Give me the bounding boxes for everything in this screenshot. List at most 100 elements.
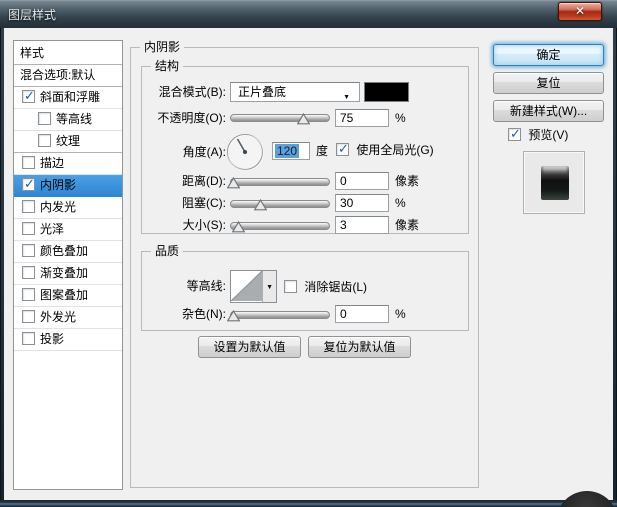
size-input[interactable]: 3 [335,216,389,234]
structure-group-title: 结构 [151,59,183,74]
style-enabled-checkbox[interactable] [22,244,35,257]
close-button[interactable]: ✕ [558,2,602,21]
structure-group: 结构 混合模式(B): 正片叠底 ▼ 不透明度(O): 75 % 角度(A): [141,66,469,234]
distance-input[interactable]: 0 [335,172,389,190]
contour-picker[interactable]: ▼ [230,270,277,303]
style-list-item-label: 渐变叠加 [40,266,88,280]
ok-button[interactable]: 确定 [493,44,604,66]
style-preview-thumbnail [523,151,585,214]
style-enabled-checkbox[interactable] [22,222,35,235]
preview-shape [541,166,569,200]
style-enabled-checkbox[interactable] [22,266,35,279]
choke-slider-thumb[interactable] [254,199,267,211]
layer-style-dialog: 图层样式 ✕ 样式 混合选项:默认 ✓斜面和浮雕 等高线 纹理 描边 ✓内阴影 … [0,0,617,507]
new-style-button[interactable]: 新建样式(W)... [493,100,604,122]
choke-label: 阻塞(C): [142,194,226,212]
style-list-item-label: 描边 [40,156,64,170]
style-list-item-label: 样式 [20,46,44,60]
style-enabled-checkbox[interactable]: ✓ [22,178,35,191]
style-enabled-checkbox[interactable] [22,200,35,213]
style-enabled-checkbox[interactable] [38,134,51,147]
style-list-item-label: 纹理 [56,134,80,148]
size-slider[interactable] [230,219,330,233]
style-list-item-label: 内发光 [40,200,76,214]
angle-input[interactable]: 120 [272,142,310,160]
style-list-item[interactable]: 投影 [14,329,122,351]
opacity-slider[interactable] [230,111,330,125]
angle-unit: 度 [316,142,328,160]
blend-mode-select[interactable]: 正片叠底 ▼ [230,82,360,102]
style-list-item[interactable]: 内发光 [14,197,122,219]
style-list-item-label: 投影 [40,332,64,346]
noise-unit: % [395,305,406,323]
style-list-item[interactable]: ✓ 斜面和浮雕 [14,87,122,109]
noise-slider[interactable] [230,308,330,322]
size-slider-track[interactable] [230,222,330,230]
choke-input[interactable]: 30 [335,194,389,212]
noise-slider-track[interactable] [230,311,330,319]
choke-unit: % [395,194,406,212]
distance-slider[interactable] [230,175,330,189]
opacity-input[interactable]: 75 [335,109,389,127]
anti-alias-label: 消除锯齿(L) [304,280,367,294]
style-list-item[interactable]: 描边 [14,153,122,175]
inner-shadow-panel: 内阴影 结构 混合模式(B): 正片叠底 ▼ 不透明度(O): 75 % [130,47,479,488]
shadow-color-swatch[interactable] [364,82,409,102]
style-list-item[interactable]: 渐变叠加 [14,263,122,285]
panel-title: 内阴影 [140,40,184,55]
style-enabled-checkbox[interactable] [22,310,35,323]
quality-group: 品质 等高线: ▼ 消除锯齿(L) 杂色(N): 0 [141,251,469,331]
style-list-item[interactable]: 光泽 [14,219,122,241]
style-enabled-checkbox[interactable] [22,288,35,301]
contour-thumbnail[interactable] [231,271,263,302]
size-label: 大小(S): [142,216,226,234]
checkbox-unchecked-icon [284,280,297,293]
preview-checkbox[interactable]: ✓ 预览(V) [508,128,568,142]
choke-slider-track[interactable] [230,200,330,208]
style-list-item-label: 斜面和浮雕 [40,90,100,104]
style-list-item-label: 图案叠加 [40,288,88,302]
checkbox-checked-icon: ✓ [336,143,349,156]
opacity-slider-thumb[interactable] [297,113,310,125]
opacity-slider-track[interactable] [230,114,330,122]
style-list-item[interactable]: 图案叠加 [14,285,122,307]
checkbox-checked-icon: ✓ [508,128,521,141]
noise-input[interactable]: 0 [335,305,389,323]
style-list-item[interactable]: ✓ 内阴影 [14,175,122,197]
reset-to-default-button[interactable]: 复位为默认值 [308,336,411,358]
style-enabled-checkbox[interactable] [22,156,35,169]
distance-slider-thumb[interactable] [227,177,240,189]
size-slider-thumb[interactable] [232,221,245,233]
distance-unit: 像素 [395,172,419,190]
style-list-item-label: 外发光 [40,310,76,324]
anti-alias-checkbox[interactable]: 消除锯齿(L) [284,280,367,294]
dialog-client-area: 样式 混合选项:默认 ✓斜面和浮雕 等高线 纹理 描边 ✓内阴影 内发光 光泽 … [4,28,613,500]
style-list-item[interactable]: 混合选项:默认 [14,65,122,87]
style-list-item[interactable]: 样式 [14,43,122,65]
style-enabled-checkbox[interactable] [22,332,35,345]
style-enabled-checkbox[interactable]: ✓ [22,90,35,103]
size-unit: 像素 [395,216,419,234]
use-global-light-label: 使用全局光(G) [356,143,433,157]
blend-mode-value: 正片叠底 [238,85,286,99]
style-list-item[interactable]: 纹理 [14,131,122,153]
style-list-item-label: 内阴影 [40,178,76,192]
titlebar[interactable]: 图层样式 ✕ [0,0,617,28]
distance-label: 距离(D): [142,172,226,190]
style-list-item[interactable]: 外发光 [14,307,122,329]
choke-slider[interactable] [230,197,330,211]
close-icon: ✕ [575,4,585,18]
opacity-label: 不透明度(O): [142,109,226,127]
angle-dial[interactable] [226,133,264,171]
reset-button[interactable]: 复位 [493,72,604,94]
style-list: 样式 混合选项:默认 ✓斜面和浮雕 等高线 纹理 描边 ✓内阴影 内发光 光泽 … [13,40,123,490]
distance-slider-track[interactable] [230,178,330,186]
chevron-down-icon: ▼ [266,284,273,291]
style-list-item[interactable]: 颜色叠加 [14,241,122,263]
style-list-item[interactable]: 等高线 [14,109,122,131]
set-as-default-button[interactable]: 设置为默认值 [198,336,301,358]
use-global-light-checkbox[interactable]: ✓ 使用全局光(G) [336,143,434,157]
style-enabled-checkbox[interactable] [38,112,51,125]
noise-slider-thumb[interactable] [227,310,240,322]
style-list-item-label: 等高线 [56,112,92,126]
